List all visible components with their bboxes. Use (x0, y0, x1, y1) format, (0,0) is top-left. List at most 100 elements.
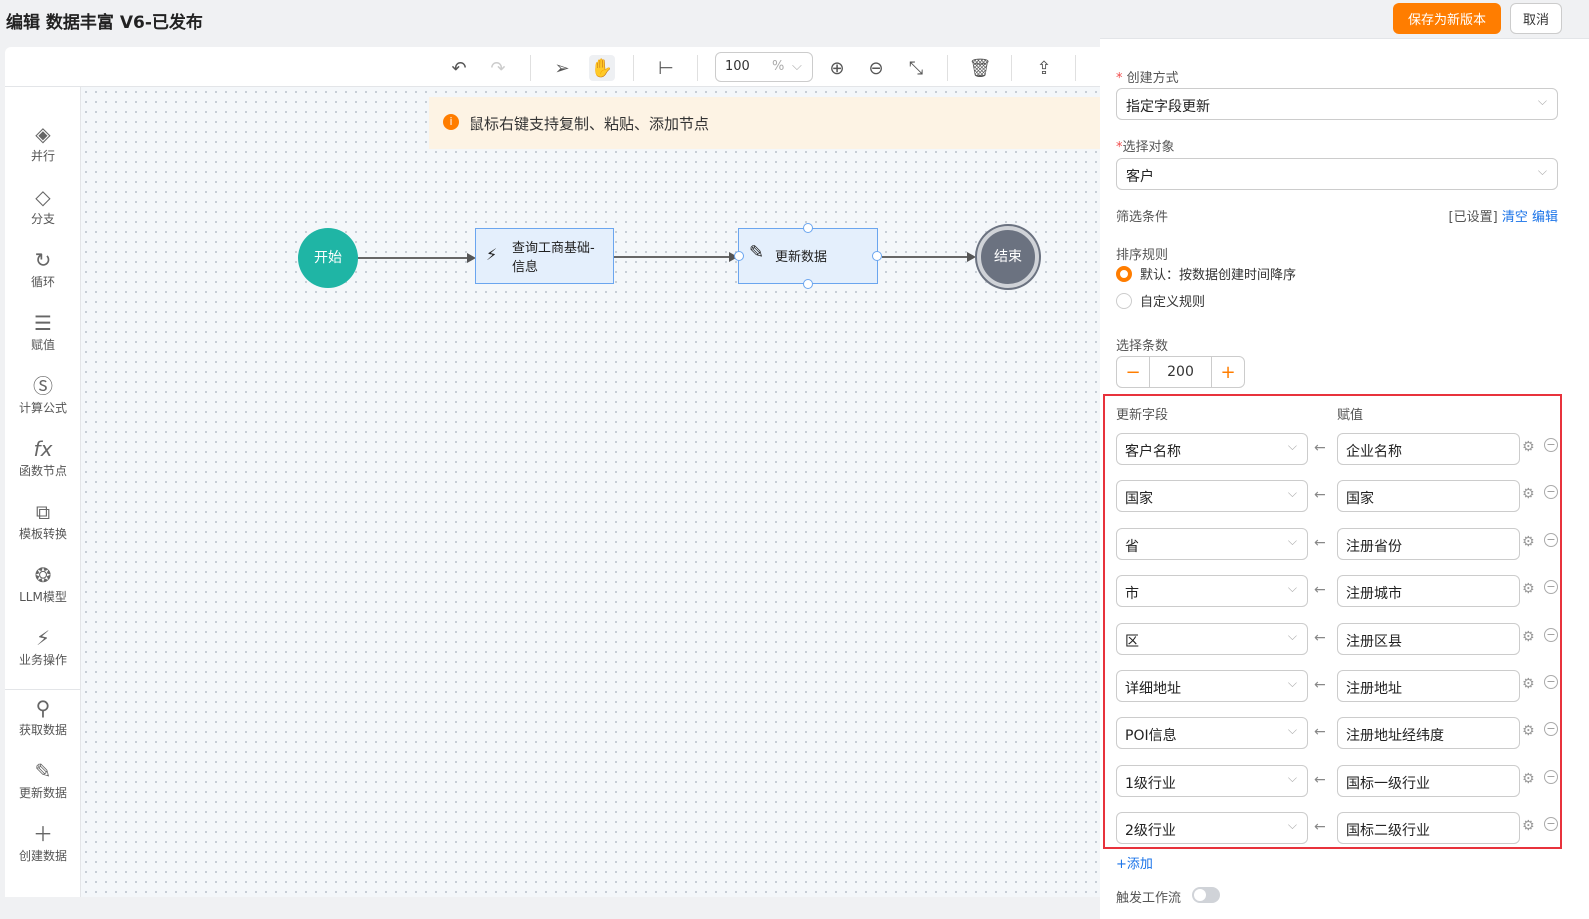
field-select[interactable]: 国家 ⌵ (1116, 480, 1308, 513)
palette-template[interactable]: ⧉ 模板转换 (5, 499, 81, 542)
decrement-button[interactable]: − (1117, 357, 1150, 387)
object-select[interactable]: 客户 ⌵ (1116, 158, 1558, 190)
gear-icon[interactable]: ⚙ (1522, 534, 1535, 550)
save-new-version-button[interactable]: 保存为新版本 (1393, 3, 1501, 34)
mapping-row: 2级行业 ⌵ ← 国标二级行业 ⚙ − (1116, 812, 1566, 845)
arrow-left-icon: ← (1314, 677, 1326, 693)
value-input[interactable]: 国标一级行业 (1337, 764, 1520, 797)
field-select[interactable]: 客户名称 ⌵ (1116, 433, 1308, 465)
filter-edit-link[interactable]: 编辑 (1532, 210, 1558, 225)
gear-icon[interactable]: ⚙ (1522, 676, 1535, 692)
filter-clear-link[interactable]: 清空 (1502, 210, 1528, 225)
value-input[interactable]: 企业名称 (1337, 433, 1520, 465)
arrow-left-icon: ← (1314, 819, 1326, 836)
mapping-row: 市 ⌵ ← 注册城市 ⚙ − (1116, 575, 1566, 608)
palette-get-data[interactable]: ⚲ 获取数据 (5, 695, 81, 738)
node-end[interactable]: 结束 (977, 226, 1039, 288)
remove-icon[interactable]: − (1544, 675, 1558, 689)
value-input[interactable]: 注册地址经纬度 (1337, 717, 1520, 750)
arrow-left-icon: ← (1314, 440, 1326, 456)
remove-icon[interactable]: − (1544, 532, 1558, 547)
gear-icon[interactable]: ⚙ (1522, 581, 1535, 597)
chevron-down-icon: ⌵ (1287, 676, 1297, 690)
mapping-row: 客户名称 ⌵ ← 企业名称 ⚙ − (1116, 433, 1566, 465)
mapping-row: 1级行业 ⌵ ← 国标一级行业 ⚙ − (1116, 764, 1566, 797)
value-input[interactable]: 国标二级行业 (1337, 812, 1520, 845)
parallel-icon: ◈ (35, 122, 51, 146)
palette-llm[interactable]: ❂ LLM模型 (5, 562, 81, 605)
arrow-left-icon: ← (1314, 629, 1326, 646)
remove-icon[interactable]: − (1544, 722, 1558, 737)
palette-business[interactable]: ⚡ 业务操作 (5, 625, 81, 668)
count-input[interactable]: 200 (1150, 357, 1212, 387)
value-input[interactable]: 国家 (1337, 480, 1520, 513)
create-mode-select[interactable]: 指定字段更新 ⌵ (1116, 88, 1558, 120)
remove-icon[interactable]: − (1544, 438, 1558, 452)
palette-function[interactable]: fx 函数节点 (5, 436, 81, 479)
arrow-left-icon: ← (1314, 582, 1326, 599)
trigger-workflow-toggle[interactable] (1192, 887, 1220, 903)
field-select[interactable]: 区 ⌵ (1116, 622, 1308, 655)
field-select[interactable]: 市 ⌵ (1116, 575, 1308, 608)
gear-icon[interactable]: ⚙ (1522, 723, 1535, 739)
add-mapping-link[interactable]: +添加 (1116, 853, 1153, 872)
zoom-out-icon[interactable]: ⊖ (863, 55, 889, 81)
sort-default-radio[interactable]: 默认：按数据创建时间降序 (1116, 264, 1296, 283)
palette-formula[interactable]: Ⓢ 计算公式 (5, 373, 81, 416)
node-query[interactable]: ⚡ 查询工商基础-信息 (475, 228, 614, 284)
field-select[interactable]: 2级行业 ⌵ (1116, 812, 1308, 845)
value-input[interactable]: 注册省份 (1337, 527, 1520, 560)
value-input[interactable]: 注册城市 (1337, 575, 1520, 608)
flow-canvas[interactable]: i 鼠标右键支持复制、粘贴、添加节点 开始 ⚡ 查询工商基础-信息 ✎ 更新数据 结束 (81, 87, 1119, 897)
value-input[interactable]: 注册区县 (1337, 622, 1520, 655)
gear-icon[interactable]: ⚙ (1522, 486, 1535, 502)
arrow-left-icon: ← (1314, 771, 1326, 788)
chevron-down-icon: ⌵ (1287, 581, 1297, 596)
assign-icon: ☰ (34, 311, 52, 335)
fit-icon[interactable]: ⤡ (903, 55, 929, 81)
field-select[interactable]: POI信息 ⌵ (1116, 717, 1308, 750)
align-icon[interactable]: ⊢ (653, 55, 679, 81)
node-update-data[interactable]: ✎ 更新数据 (738, 228, 878, 284)
gear-icon[interactable]: ⚙ (1522, 629, 1535, 645)
field-select[interactable]: 1级行业 ⌵ (1116, 764, 1308, 797)
fx-icon: fx (33, 437, 53, 461)
palette-parallel[interactable]: ◈ 并行 (5, 121, 81, 164)
export-icon[interactable]: ⇪ (1031, 55, 1057, 81)
remove-icon[interactable]: − (1544, 580, 1558, 595)
remove-icon[interactable]: − (1544, 627, 1558, 642)
zoom-in-icon[interactable]: ⊕ (824, 55, 850, 81)
palette-assign[interactable]: ☰ 赋值 (5, 310, 81, 353)
field-select[interactable]: 省 ⌵ (1116, 527, 1308, 560)
cancel-button[interactable]: 取消 (1510, 3, 1562, 34)
redo-icon[interactable]: ↷ (485, 55, 511, 81)
plus-icon: ＋ (33, 822, 53, 846)
gear-icon[interactable]: ⚙ (1522, 818, 1535, 834)
remove-icon[interactable]: − (1544, 485, 1558, 500)
gear-icon[interactable]: ⚙ (1522, 439, 1535, 455)
business-icon: ⚡ (486, 245, 498, 264)
value-input[interactable]: 注册地址 (1337, 670, 1520, 702)
select-pointer-icon[interactable]: ➢ (549, 55, 575, 81)
sort-custom-radio[interactable]: 自定义规则 (1116, 291, 1205, 310)
chevron-down-icon: ⌵ (792, 59, 802, 74)
palette-update-data[interactable]: ✎ 更新数据 (5, 758, 81, 801)
gear-icon[interactable]: ⚙ (1522, 771, 1535, 787)
increment-button[interactable]: + (1212, 357, 1244, 387)
node-palette: ◈ 并行 ◇ 分支 ↻ 循环 ☰ 赋值 Ⓢ 计算公式 fx 函数节点 ⧉ 模板转换 ❂ LLM模… (5, 87, 81, 897)
undo-icon[interactable]: ↶ (446, 55, 472, 81)
chevron-down-icon: ⌵ (1537, 164, 1547, 178)
delete-icon[interactable]: 🗑 (967, 55, 993, 81)
palette-loop[interactable]: ↻ 循环 (5, 247, 81, 290)
node-start[interactable]: 开始 (298, 228, 358, 288)
remove-icon[interactable]: − (1544, 817, 1558, 832)
zoom-select[interactable]: 100% ⌵ (715, 52, 813, 82)
palette-branch[interactable]: ◇ 分支 (5, 184, 81, 227)
notice-banner: i 鼠标右键支持复制、粘贴、添加节点 (429, 97, 1119, 149)
palette-create-data[interactable]: ＋创建数据 (5, 821, 81, 864)
remove-icon[interactable]: − (1544, 769, 1558, 784)
arrow-left-icon: ← (1314, 487, 1326, 504)
search-icon: ⚲ (35, 696, 51, 720)
hand-icon[interactable]: ✋ (589, 55, 615, 81)
field-select[interactable]: 详细地址 ⌵ (1116, 670, 1308, 702)
